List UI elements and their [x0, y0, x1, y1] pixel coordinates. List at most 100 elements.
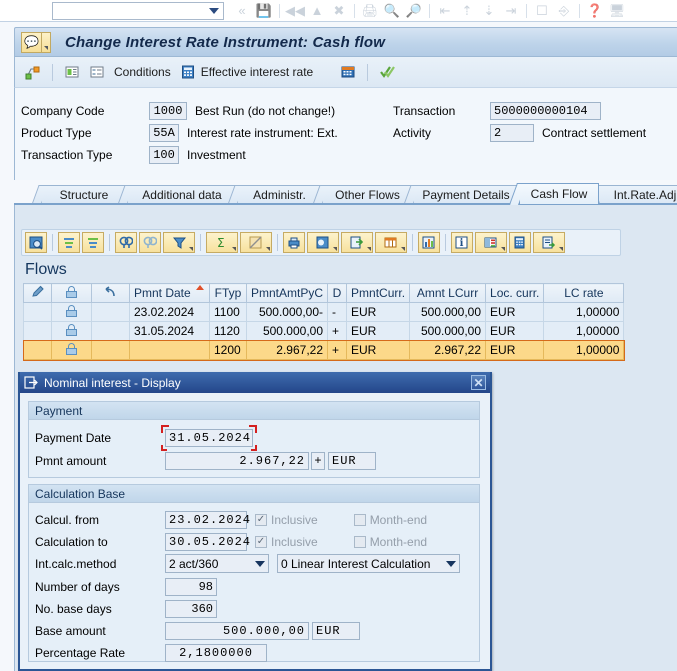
int-calc-method-select[interactable]: 2 act/360 [165, 554, 269, 573]
command-field[interactable] [52, 2, 224, 20]
interest-calc-type-select[interactable]: 0 Linear Interest Calculation [277, 554, 460, 573]
find-next-icon[interactable]: 🔎 [404, 2, 424, 20]
exit-icon[interactable]: ▲ [307, 2, 327, 20]
save-icon[interactable]: 💾 [254, 2, 274, 20]
cell-amnt-lcurr[interactable]: 500.000,00 [410, 303, 486, 322]
col-amntlcurr-header[interactable]: Amnt LCurr [410, 284, 486, 303]
tab-structure[interactable]: Structure [41, 185, 127, 204]
chevron-down-icon[interactable] [559, 247, 563, 251]
sort-descending-button[interactable] [82, 232, 104, 253]
calcul-from-month-end-checkbox[interactable]: Month-end [354, 513, 427, 527]
info-button[interactable]: i [451, 232, 473, 253]
conditions-button[interactable]: Conditions [112, 64, 173, 80]
col-pmntamtpyc-header[interactable]: PmntAmtPyC [247, 284, 328, 303]
col-ftyp-header[interactable]: FTyp [210, 284, 247, 303]
cell-d[interactable]: + [328, 341, 347, 360]
help-icon[interactable]: ❓ [585, 2, 605, 20]
cell-pmnt-curr[interactable]: EUR [347, 322, 410, 341]
check-all-button[interactable] [377, 63, 397, 81]
cancel-icon[interactable]: ✖ [329, 2, 349, 20]
tab-cash-flow[interactable]: Cash Flow [519, 183, 599, 204]
row-edit-cell[interactable] [24, 341, 52, 360]
percentage-rate-input[interactable]: 2,1800000 [165, 644, 267, 662]
cell-amnt-lcurr[interactable]: 2.967,22 [410, 341, 486, 360]
print-icon[interactable]: 🖨 [360, 2, 380, 20]
tab-additional-data[interactable]: Additional data [127, 185, 237, 204]
find-next-button[interactable] [139, 232, 161, 253]
close-icon[interactable]: ✕ [471, 375, 486, 390]
cell-ftyp[interactable]: 1200 [210, 341, 247, 360]
chevron-down-icon[interactable] [255, 561, 265, 567]
row-undo-cell[interactable] [92, 322, 130, 341]
tab-int-rate-adj[interactable]: Int.Rate.Adj [599, 185, 677, 204]
col-undo-header[interactable] [92, 284, 130, 303]
calculation-to-input[interactable]: 30.05.2024 [165, 533, 247, 551]
previous-page-icon[interactable]: ⇡ [457, 2, 477, 20]
calcul-from-inclusive-checkbox[interactable]: ✓ Inclusive [255, 513, 318, 527]
cell-amnt-lcurr[interactable]: 500.000,00 [410, 322, 486, 341]
transaction-input[interactable]: 5000000000104 [490, 102, 601, 120]
export-button[interactable] [341, 232, 373, 253]
table-detail-button[interactable] [87, 63, 107, 81]
cell-pmnt-date[interactable] [130, 341, 210, 360]
company-code-input[interactable]: 1000 [149, 102, 187, 120]
last-page-icon[interactable]: ⇥ [501, 2, 521, 20]
row-undo-cell[interactable] [92, 341, 130, 360]
chevron-down-icon[interactable] [367, 247, 371, 251]
print-preview-button[interactable] [283, 232, 305, 253]
col-loccurr-header[interactable]: Loc. curr. [486, 284, 544, 303]
calculator-button[interactable] [509, 232, 531, 253]
chevron-down-icon[interactable] [446, 561, 456, 567]
layout-button[interactable] [475, 232, 507, 253]
payment-date-input[interactable]: 31.05.2024 [165, 429, 253, 447]
pmnt-amount-input[interactable]: 2.967,22 [165, 452, 309, 470]
cell-lc-rate[interactable]: 1,00000 [544, 341, 624, 360]
chevron-down-icon[interactable] [232, 247, 236, 251]
find-icon[interactable]: 🔍 [382, 2, 402, 20]
activity-input[interactable]: 2 [490, 124, 534, 142]
tab-payment-details[interactable]: Payment Details [413, 185, 519, 204]
calcul-from-input[interactable]: 23.02.2024 [165, 511, 247, 529]
col-pmnt-date-header[interactable]: Pmnt Date [130, 284, 210, 303]
cell-pmnt-date[interactable]: 31.05.2024 [130, 322, 210, 341]
col-edit-header[interactable] [24, 284, 52, 303]
chevron-down-icon[interactable] [209, 8, 219, 14]
table-row[interactable]: 1200 2.967,22 + EUR 2.967,22 EUR 1,00000 [24, 341, 624, 360]
table-row[interactable]: 23.02.2024 1100 500.000,00- - EUR 500.00… [24, 303, 624, 322]
effective-interest-rate-button[interactable]: Effective interest rate [178, 63, 316, 81]
cell-ftyp[interactable]: 1100 [210, 303, 247, 322]
tab-other-flows[interactable]: Other Flows [322, 185, 413, 204]
cell-lc-rate[interactable]: 1,00000 [544, 303, 624, 322]
col-lcrate-header[interactable]: LC rate [544, 284, 624, 303]
collapse-toolbar-icon[interactable]: « [232, 2, 252, 20]
cell-pmnt-curr[interactable]: EUR [347, 341, 410, 360]
create-session-icon[interactable]: ☐ [532, 2, 552, 20]
chevron-down-icon[interactable] [333, 247, 337, 251]
row-lock-cell[interactable] [52, 322, 92, 341]
table-row[interactable]: 31.05.2024 1120 500.000,00 + EUR 500.000… [24, 322, 624, 341]
application-menu-icon[interactable]: 💬 [21, 32, 51, 53]
customize-local-layout-icon[interactable]: 🖥 [607, 2, 627, 20]
row-lock-cell[interactable] [52, 341, 92, 360]
product-type-input[interactable]: 55A [149, 124, 179, 142]
cell-d[interactable]: + [328, 322, 347, 341]
pmnt-currency-input[interactable]: EUR [328, 452, 376, 470]
create-shortcut-icon[interactable]: ⎆ [554, 2, 574, 20]
row-undo-cell[interactable] [92, 303, 130, 322]
col-pmntcurr-header[interactable]: PmntCurr. [347, 284, 410, 303]
next-page-icon[interactable]: ⇣ [479, 2, 499, 20]
structure-button[interactable] [23, 63, 43, 81]
cell-lc-rate[interactable]: 1,00000 [544, 322, 624, 341]
find-button[interactable] [115, 232, 137, 253]
cell-loc-curr[interactable]: EUR [486, 341, 544, 360]
subtotal-button[interactable] [240, 232, 272, 253]
first-page-icon[interactable]: ⇤ [435, 2, 455, 20]
cell-pmnt-amt-pyc[interactable]: 2.967,22 [247, 341, 328, 360]
cell-loc-curr[interactable]: EUR [486, 322, 544, 341]
filter-button[interactable] [163, 232, 195, 253]
chevron-down-icon[interactable] [501, 247, 505, 251]
calculation-to-inclusive-checkbox[interactable]: ✓ Inclusive [255, 535, 318, 549]
print-version-button[interactable] [307, 232, 339, 253]
cell-loc-curr[interactable]: EUR [486, 303, 544, 322]
row-edit-cell[interactable] [24, 303, 52, 322]
